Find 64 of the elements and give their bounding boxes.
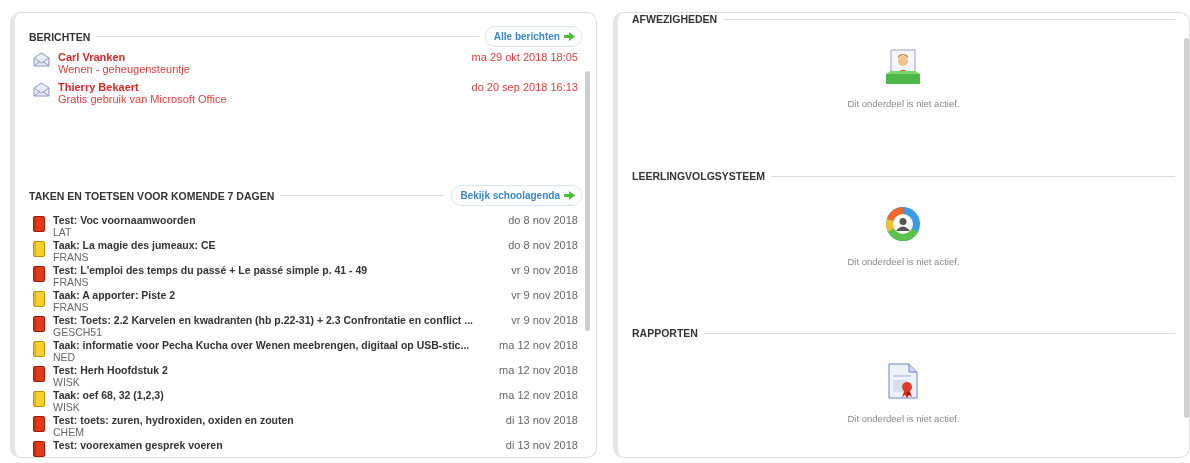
task-title[interactable]: Taak: informatie voor Pecha Kucha over Wenen meebrengen, digitaal op USB-stic... <box>53 339 492 351</box>
task-date: do 8 nov 2018 <box>508 214 578 226</box>
arrow-right-icon <box>563 32 575 42</box>
task-date: di 13 nov 2018 <box>505 414 578 426</box>
message-subject[interactable]: Gratis gebruik van Microsoft Office <box>58 93 464 106</box>
task-title[interactable]: Test: Toets: 2.2 Karvelen en kwadranten (hb p.22-31) + 2.3 Confrontatie en conflict ... <box>53 314 504 326</box>
task-title[interactable]: Test: voorexamen gesprek voeren <box>53 439 498 451</box>
course-name: LAT <box>53 226 73 238</box>
scrollbar[interactable] <box>584 71 590 331</box>
test-book-icon <box>33 316 45 332</box>
course-name: FRANS <box>53 301 90 313</box>
section-title: BERICHTEN <box>29 30 91 43</box>
course-name: NED <box>53 351 77 363</box>
message-date: ma 29 okt 2018 18:05 <box>471 51 578 64</box>
course-name: CHEM <box>53 426 85 438</box>
message-sender[interactable]: Thierry Bekaert <box>58 81 464 94</box>
envelope-icon <box>33 52 50 68</box>
task-date: vr 9 nov 2018 <box>511 289 578 301</box>
task-date: ma 12 nov 2018 <box>499 389 578 401</box>
task-date: do 8 nov 2018 <box>508 239 578 251</box>
certificate-document-icon <box>888 363 919 399</box>
section-title: AFWEZIGHEDEN <box>631 13 718 25</box>
test-book-icon <box>33 416 45 432</box>
person-circle-icon <box>885 206 922 242</box>
task-title[interactable]: Test: toets: zuren, hydroxiden, oxiden en zouten <box>53 414 498 426</box>
course-name: GESCH51 <box>53 326 104 338</box>
task-book-icon <box>33 291 45 307</box>
task-book-icon <box>33 241 45 257</box>
envelope-icon <box>33 82 50 98</box>
course-name: WISK <box>53 376 81 388</box>
inactive-message: Dit onderdeel is niet actief. <box>847 98 960 109</box>
task-title[interactable]: Test: Voc voornaamwoorden <box>53 214 501 226</box>
task-book-icon <box>33 391 45 407</box>
task-date: vr 9 nov 2018 <box>511 314 578 326</box>
scrollbar[interactable] <box>1184 38 1189 418</box>
person-portrait-icon <box>885 49 922 84</box>
task-title[interactable]: Test: Herh Hoofdstuk 2 <box>53 364 492 376</box>
task-title[interactable]: Test: L'emploi des temps du passé + Le passé simple p. 41 - 49 <box>53 264 504 276</box>
section-title: TAKEN EN TOETSEN VOOR KOMENDE 7 DAGEN <box>29 189 275 202</box>
test-book-icon <box>33 266 45 282</box>
task-date: vr 9 nov 2018 <box>511 264 578 276</box>
test-book-icon <box>33 366 45 382</box>
test-book-icon <box>33 441 45 457</box>
inactive-message: Dit onderdeel is niet actief. <box>847 413 960 424</box>
section-title: LEERLINGVOLGSYSTEEM <box>631 170 765 182</box>
course-name: FRANS <box>53 251 90 263</box>
course-name: WISK <box>53 401 81 413</box>
message-date: do 20 sep 2018 16:13 <box>471 81 578 94</box>
school-agenda-link[interactable]: Bekijk schoolagenda <box>451 185 582 206</box>
arrow-right-icon <box>563 191 575 200</box>
task-title[interactable]: Taak: A apporter: Piste 2 <box>53 289 504 301</box>
section-title: RAPPORTEN <box>631 327 698 339</box>
task-title[interactable]: Taak: oef 68, 32 (1,2,3) <box>53 389 492 401</box>
task-title[interactable]: Taak: La magie des jumeaux: CE <box>53 239 501 251</box>
task-date: ma 12 nov 2018 <box>499 339 578 351</box>
message-sender[interactable]: Carl Vranken <box>58 51 464 64</box>
inactive-message: Dit onderdeel is niet actief. <box>847 256 960 267</box>
course-name: FRANS <box>53 276 90 288</box>
task-date: ma 12 nov 2018 <box>499 364 578 376</box>
task-book-icon <box>33 341 45 357</box>
task-date: di 13 nov 2018 <box>505 439 578 451</box>
message-subject[interactable]: Wenen - geheugensteuntje <box>58 63 464 76</box>
all-messages-link[interactable]: Alle berichten <box>484 26 582 48</box>
test-book-icon <box>33 216 45 232</box>
